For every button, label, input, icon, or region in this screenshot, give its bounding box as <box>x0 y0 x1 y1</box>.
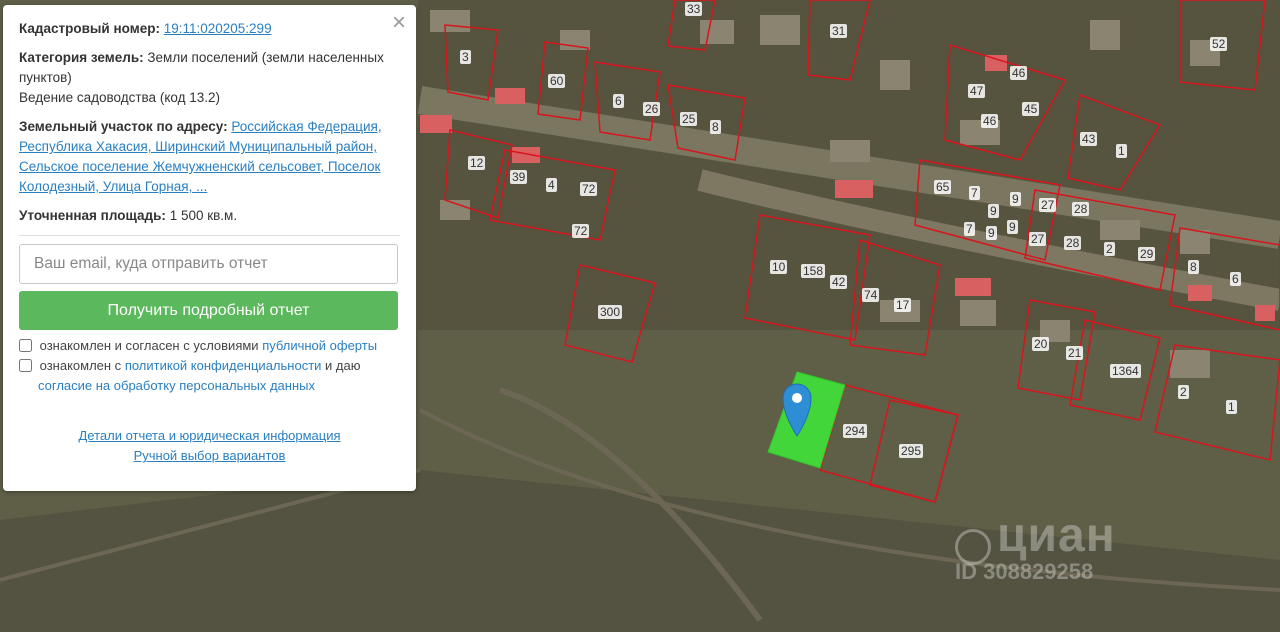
parcel-label: 1 <box>1116 144 1127 158</box>
address-row: Земельный участок по адресу: Российская … <box>19 117 400 197</box>
bottom-links: Детали отчета и юридическая информация Р… <box>19 426 400 466</box>
parcel-label: 46 <box>981 114 999 128</box>
offer-checkbox[interactable] <box>19 339 32 352</box>
parcel-label: 72 <box>572 224 590 238</box>
consent-offer: ознакомлен и согласен с условиями публич… <box>19 336 400 356</box>
parcel-label: 46 <box>1010 66 1028 80</box>
address-label: Земельный участок по адресу: <box>19 119 228 134</box>
category-label: Категория земель: <box>19 50 144 65</box>
area-label: Уточненная площадь: <box>19 208 166 223</box>
category-row: Категория земель: Земли поселений (земли… <box>19 48 400 108</box>
parcel-label: 45 <box>1022 102 1040 116</box>
manual-choice-link[interactable]: Ручной выбор вариантов <box>19 446 400 466</box>
parcel-label: 300 <box>598 305 623 319</box>
parcel-label: 7 <box>969 186 980 200</box>
parcel-label: 1 <box>1226 400 1237 414</box>
parcel-label: 29 <box>1138 247 1156 261</box>
parcel-label: 8 <box>710 120 721 134</box>
parcel-label: 1364 <box>1110 364 1141 378</box>
parcel-label: 295 <box>899 444 924 458</box>
parcel-label: 6 <box>613 94 624 108</box>
report-details-link[interactable]: Детали отчета и юридическая информация <box>19 426 400 446</box>
parcel-label: 33 <box>685 2 703 16</box>
parcel-info-panel: × Кадастровый номер: 19:11:020205:299 Ка… <box>3 5 416 491</box>
parcel-label: 65 <box>934 180 952 194</box>
offer-link[interactable]: публичной оферты <box>262 338 377 353</box>
parcel-label: 52 <box>1210 37 1228 51</box>
parcel-label: 3 <box>460 50 471 64</box>
parcel-label: 43 <box>1080 132 1098 146</box>
parcel-label: 8 <box>1188 260 1199 274</box>
consent-privacy: ознакомлен с политикой конфиденциальност… <box>19 356 400 396</box>
personal-data-link[interactable]: согласие на обработку персональных данны… <box>38 378 315 393</box>
privacy-checkbox[interactable] <box>19 359 32 372</box>
area-row: Уточненная площадь: 1 500 кв.м. <box>19 206 400 226</box>
parcel-label: 25 <box>680 112 698 126</box>
cadastral-label: Кадастровый номер: <box>19 21 160 36</box>
parcel-label: 20 <box>1032 337 1050 351</box>
parcel-label: 2 <box>1178 385 1189 399</box>
parcel-label: 6 <box>1230 272 1241 286</box>
parcel-label: 39 <box>510 170 528 184</box>
parcel-label: 28 <box>1072 202 1090 216</box>
parcel-label: 31 <box>830 24 848 38</box>
get-report-button[interactable]: Получить подробный отчет <box>19 291 398 330</box>
parcel-label: 42 <box>830 275 848 289</box>
parcel-label: 74 <box>862 288 880 302</box>
parcel-label: 17 <box>894 298 912 312</box>
parcel-label: 9 <box>988 204 999 218</box>
watermark: циан ID 308829258 <box>955 509 1116 584</box>
parcel-label: 27 <box>1029 232 1047 246</box>
parcel-label: 27 <box>1039 198 1057 212</box>
parcel-label: 4 <box>546 178 557 192</box>
divider <box>19 235 400 236</box>
land-use-value: Ведение садоводства (код 13.2) <box>19 90 220 105</box>
parcel-label: 10 <box>770 260 788 274</box>
parcel-label: 28 <box>1064 236 1082 250</box>
parcel-label: 47 <box>968 84 986 98</box>
parcel-label: 21 <box>1066 346 1084 360</box>
cadastral-row: Кадастровый номер: 19:11:020205:299 <box>19 19 400 39</box>
parcel-label: 294 <box>843 424 868 438</box>
parcel-label: 2 <box>1104 242 1115 256</box>
parcel-label: 72 <box>580 182 598 196</box>
parcel-label: 158 <box>801 264 826 278</box>
parcel-label: 26 <box>643 102 661 116</box>
parcel-label: 12 <box>468 156 486 170</box>
close-icon[interactable]: × <box>392 11 406 35</box>
cadastral-link[interactable]: 19:11:020205:299 <box>164 21 272 36</box>
email-input[interactable] <box>19 244 398 284</box>
parcel-label: 9 <box>986 226 997 240</box>
parcel-label: 7 <box>964 222 975 236</box>
parcel-label: 9 <box>1010 192 1021 206</box>
area-value: 1 500 кв.м. <box>169 208 238 223</box>
parcel-label: 60 <box>548 74 566 88</box>
privacy-link[interactable]: политикой конфиденциальности <box>125 358 322 373</box>
parcel-label: 9 <box>1007 220 1018 234</box>
